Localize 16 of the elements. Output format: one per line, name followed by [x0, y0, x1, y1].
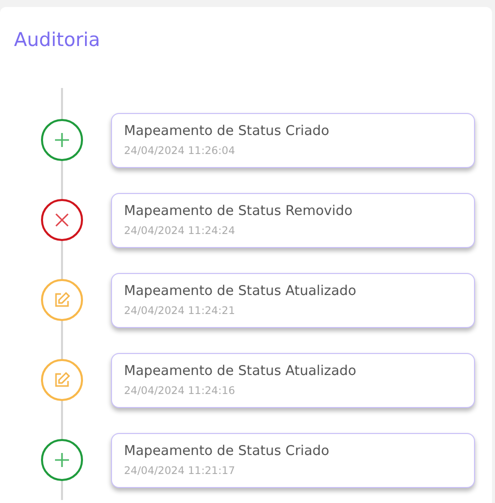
event-timestamp: 24/04/2024 11:24:16	[124, 384, 236, 396]
edit-icon	[53, 291, 71, 309]
event-title: Mapeamento de Status Removido	[124, 202, 352, 218]
event-title: Mapeamento de Status Criado	[124, 122, 330, 138]
event-title: Mapeamento de Status Criado	[124, 442, 330, 458]
event-timestamp: 24/04/2024 11:26:04	[124, 144, 236, 156]
plus-icon	[53, 451, 71, 469]
panel-title: Auditoria	[14, 28, 100, 52]
edit-icon	[53, 371, 71, 389]
event-timestamp: 24/04/2024 11:24:21	[124, 304, 236, 316]
event-timestamp: 24/04/2024 11:24:24	[124, 224, 236, 236]
event-timestamp: 24/04/2024 11:21:17	[124, 464, 236, 476]
plus-icon	[53, 131, 71, 149]
close-icon	[53, 211, 71, 229]
event-title: Mapeamento de Status Atualizado	[124, 282, 356, 298]
event-title: Mapeamento de Status Atualizado	[124, 362, 356, 378]
